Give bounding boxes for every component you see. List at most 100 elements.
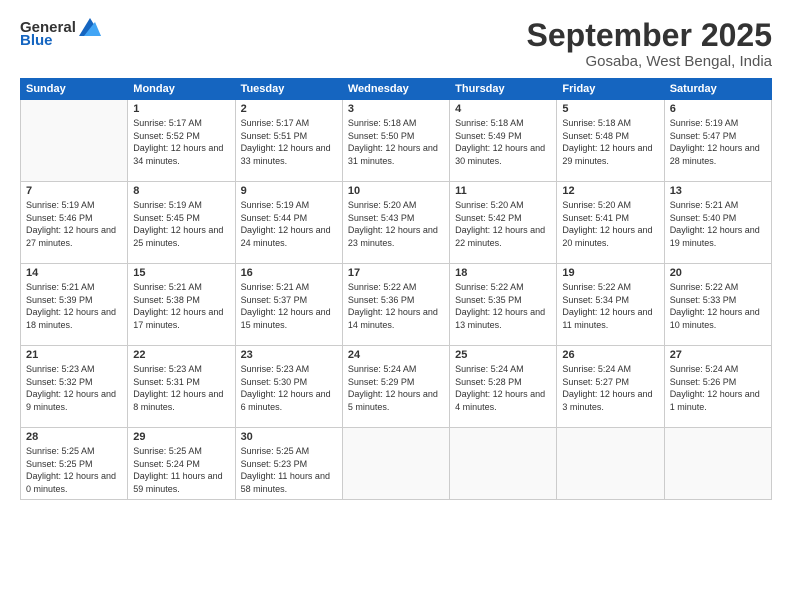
table-row: 6 Sunrise: 5:19 AM Sunset: 5:47 PM Daylig…: [664, 100, 771, 182]
day-number: 24: [348, 349, 444, 361]
col-monday: Monday: [128, 79, 235, 100]
table-row: 2 Sunrise: 5:17 AM Sunset: 5:51 PM Daylig…: [235, 100, 342, 182]
day-number: 30: [241, 431, 337, 443]
table-row: 1Sunrise: 5:17 AM Sunset: 5:52 PM Daylig…: [128, 100, 235, 182]
col-saturday: Saturday: [664, 79, 771, 100]
title-block: September 2025 Gosaba, West Bengal, Indi…: [527, 18, 772, 70]
table-row: [557, 428, 664, 499]
cell-info: Sunrise: 5:18 AM Sunset: 5:48 PM Dayligh…: [562, 117, 658, 167]
table-row: 11 Sunrise: 5:20 AM Sunset: 5:42 PM Dayli…: [450, 182, 557, 264]
table-row: [342, 428, 449, 499]
cell-info: Sunrise: 5:20 AM Sunset: 5:42 PM Dayligh…: [455, 199, 551, 249]
table-row: 22 Sunrise: 5:23 AM Sunset: 5:31 PM Dayli…: [128, 346, 235, 428]
col-sunday: Sunday: [21, 79, 128, 100]
table-row: 19 Sunrise: 5:22 AM Sunset: 5:34 PM Dayli…: [557, 264, 664, 346]
calendar: Sunday Monday Tuesday Wednesday Thursday…: [20, 78, 772, 499]
cell-info: Sunrise: 5:19 AM Sunset: 5:47 PM Dayligh…: [670, 117, 766, 167]
table-row: 24 Sunrise: 5:24 AM Sunset: 5:29 PM Dayli…: [342, 346, 449, 428]
day-number: 26: [562, 349, 658, 361]
col-thursday: Thursday: [450, 79, 557, 100]
day-number: 21: [26, 349, 122, 361]
cell-info: Sunrise: 5:21 AM Sunset: 5:39 PM Dayligh…: [26, 281, 122, 331]
location-title: Gosaba, West Bengal, India: [527, 53, 772, 70]
day-number: 27: [670, 349, 766, 361]
day-number: 7: [26, 185, 122, 197]
table-row: 14 Sunrise: 5:21 AM Sunset: 5:39 PM Dayli…: [21, 264, 128, 346]
calendar-header-row: Sunday Monday Tuesday Wednesday Thursday…: [21, 79, 772, 100]
table-row: 3 Sunrise: 5:18 AM Sunset: 5:50 PM Daylig…: [342, 100, 449, 182]
day-number: 6: [670, 103, 766, 115]
table-row: 8 Sunrise: 5:19 AM Sunset: 5:45 PM Daylig…: [128, 182, 235, 264]
table-row: 16Sunrise: 5:21 AM Sunset: 5:37 PM Dayli…: [235, 264, 342, 346]
cell-info: Sunrise: 5:23 AM Sunset: 5:32 PM Dayligh…: [26, 363, 122, 413]
cell-info: Sunrise: 5:20 AM Sunset: 5:41 PM Dayligh…: [562, 199, 658, 249]
table-row: 7 Sunrise: 5:19 AM Sunset: 5:46 PM Daylig…: [21, 182, 128, 264]
day-number: 20: [670, 267, 766, 279]
cell-info: Sunrise: 5:19 AM Sunset: 5:44 PM Dayligh…: [241, 199, 337, 249]
day-number: 19: [562, 267, 658, 279]
table-row: 20 Sunrise: 5:22 AM Sunset: 5:33 PM Dayli…: [664, 264, 771, 346]
cell-info: Sunrise: 5:23 AM Sunset: 5:31 PM Dayligh…: [133, 363, 229, 413]
cell-info: Sunrise: 5:24 AM Sunset: 5:28 PM Dayligh…: [455, 363, 551, 413]
day-number: 8: [133, 185, 229, 197]
cell-info: Sunrise: 5:25 AM Sunset: 5:23 PM Dayligh…: [241, 445, 337, 495]
cell-info: Sunrise: 5:18 AM Sunset: 5:50 PM Dayligh…: [348, 117, 444, 167]
cell-info: Sunrise: 5:25 AM Sunset: 5:24 PM Dayligh…: [133, 445, 229, 495]
cell-info: Sunrise: 5:21 AM Sunset: 5:40 PM Dayligh…: [670, 199, 766, 249]
cell-info: Sunrise: 5:20 AM Sunset: 5:43 PM Dayligh…: [348, 199, 444, 249]
day-number: 3: [348, 103, 444, 115]
logo-blue: Blue: [20, 32, 53, 49]
cell-info: Sunrise: 5:22 AM Sunset: 5:34 PM Dayligh…: [562, 281, 658, 331]
table-row: [450, 428, 557, 499]
day-number: 10: [348, 185, 444, 197]
table-row: 25 Sunrise: 5:24 AM Sunset: 5:28 PM Dayli…: [450, 346, 557, 428]
table-row: 29Sunrise: 5:25 AM Sunset: 5:24 PM Dayli…: [128, 428, 235, 499]
cell-info: Sunrise: 5:21 AM Sunset: 5:37 PM Dayligh…: [241, 281, 337, 331]
cell-info: Sunrise: 5:18 AM Sunset: 5:49 PM Dayligh…: [455, 117, 551, 167]
day-number: 28: [26, 431, 122, 443]
day-number: 25: [455, 349, 551, 361]
page-header: General Blue September 2025 Gosaba, West…: [20, 18, 772, 70]
day-number: 9: [241, 185, 337, 197]
table-row: [21, 100, 128, 182]
day-number: 23: [241, 349, 337, 361]
col-friday: Friday: [557, 79, 664, 100]
table-row: 5 Sunrise: 5:18 AM Sunset: 5:48 PM Daylig…: [557, 100, 664, 182]
day-number: 18: [455, 267, 551, 279]
day-number: 17: [348, 267, 444, 279]
cell-info: Sunrise: 5:17 AM Sunset: 5:51 PM Dayligh…: [241, 117, 337, 167]
day-number: 2: [241, 103, 337, 115]
col-tuesday: Tuesday: [235, 79, 342, 100]
day-number: 11: [455, 185, 551, 197]
table-row: 28 Sunrise: 5:25 AM Sunset: 5:25 PM Dayli…: [21, 428, 128, 499]
table-row: 18Sunrise: 5:22 AM Sunset: 5:35 PM Dayli…: [450, 264, 557, 346]
day-number: 14: [26, 267, 122, 279]
table-row: 17Sunrise: 5:22 AM Sunset: 5:36 PM Dayli…: [342, 264, 449, 346]
day-number: 13: [670, 185, 766, 197]
day-number: 15: [133, 267, 229, 279]
cell-info: Sunrise: 5:19 AM Sunset: 5:45 PM Dayligh…: [133, 199, 229, 249]
month-title: September 2025: [527, 18, 772, 53]
logo-icon: [79, 18, 101, 36]
col-wednesday: Wednesday: [342, 79, 449, 100]
day-number: 22: [133, 349, 229, 361]
table-row: 30 Sunrise: 5:25 AM Sunset: 5:23 PM Dayli…: [235, 428, 342, 499]
day-number: 12: [562, 185, 658, 197]
cell-info: Sunrise: 5:25 AM Sunset: 5:25 PM Dayligh…: [26, 445, 122, 495]
logo: General Blue: [20, 18, 101, 49]
cell-info: Sunrise: 5:19 AM Sunset: 5:46 PM Dayligh…: [26, 199, 122, 249]
day-number: 4: [455, 103, 551, 115]
table-row: 10 Sunrise: 5:20 AM Sunset: 5:43 PM Dayli…: [342, 182, 449, 264]
cell-info: Sunrise: 5:24 AM Sunset: 5:27 PM Dayligh…: [562, 363, 658, 413]
cell-info: Sunrise: 5:23 AM Sunset: 5:30 PM Dayligh…: [241, 363, 337, 413]
cell-info: Sunrise: 5:17 AM Sunset: 5:52 PM Dayligh…: [133, 117, 229, 167]
table-row: 21 Sunrise: 5:23 AM Sunset: 5:32 PM Dayli…: [21, 346, 128, 428]
table-row: 26 Sunrise: 5:24 AM Sunset: 5:27 PM Dayli…: [557, 346, 664, 428]
table-row: 15Sunrise: 5:21 AM Sunset: 5:38 PM Dayli…: [128, 264, 235, 346]
table-row: 4 Sunrise: 5:18 AM Sunset: 5:49 PM Daylig…: [450, 100, 557, 182]
cell-info: Sunrise: 5:22 AM Sunset: 5:33 PM Dayligh…: [670, 281, 766, 331]
cell-info: Sunrise: 5:24 AM Sunset: 5:26 PM Dayligh…: [670, 363, 766, 413]
table-row: 12 Sunrise: 5:20 AM Sunset: 5:41 PM Dayli…: [557, 182, 664, 264]
cell-info: Sunrise: 5:24 AM Sunset: 5:29 PM Dayligh…: [348, 363, 444, 413]
day-number: 5: [562, 103, 658, 115]
